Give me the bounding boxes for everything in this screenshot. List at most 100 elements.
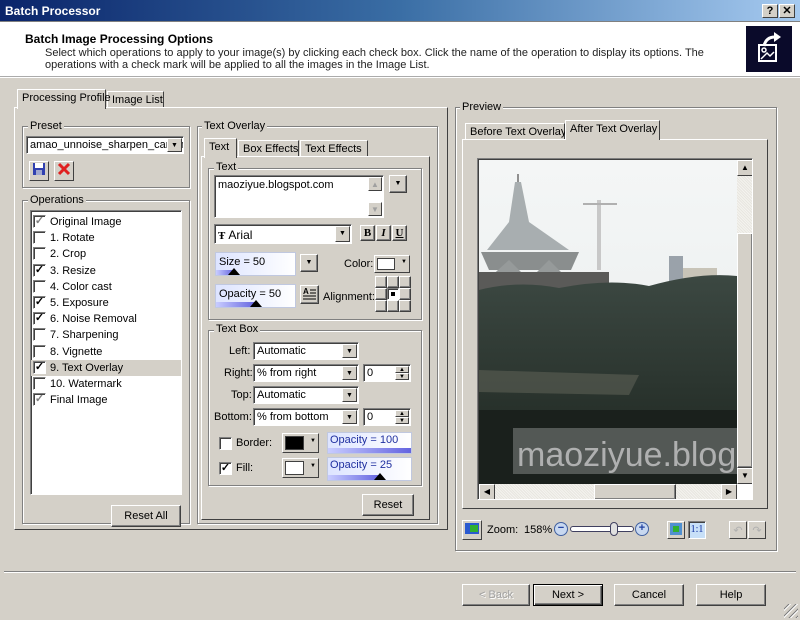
reset-text-overlay-button[interactable]: Reset: [362, 494, 414, 516]
operation-rotate[interactable]: 1. Rotate: [31, 230, 181, 246]
size-slider[interactable]: Size = 50: [215, 252, 296, 276]
zoom-slider-track[interactable]: [570, 526, 634, 532]
italic-button[interactable]: I: [376, 225, 391, 241]
operation-text-overlay[interactable]: ✓ 9. Text Overlay: [31, 359, 181, 376]
font-select[interactable]: Ŧ Arial ▼: [214, 224, 352, 244]
operation-checkbox[interactable]: ✓: [33, 295, 46, 309]
opacity-slider[interactable]: Opacity = 50: [215, 284, 296, 308]
border-color-picker[interactable]: ▼: [282, 433, 319, 453]
text-history-dropdown[interactable]: ▼: [389, 175, 407, 193]
reset-all-button[interactable]: Reset All: [111, 505, 181, 527]
preview-vertical-scrollbar[interactable]: ▲ ▼: [737, 160, 752, 484]
preset-select[interactable]: amao_unnoise_sharpen_canon ▼: [26, 136, 184, 154]
align-bottom-center[interactable]: [387, 300, 399, 312]
align-middle-left[interactable]: [375, 288, 387, 300]
fit-to-window-button[interactable]: [667, 521, 685, 539]
align-bottom-left[interactable]: [375, 300, 387, 312]
overlay-text-input[interactable]: maoziyue.blogspot.com ▲ ▼: [214, 175, 384, 218]
fill-checkbox[interactable]: ✓: [219, 462, 232, 475]
scroll-right-icon[interactable]: ▶: [721, 484, 737, 499]
zoom-out-icon[interactable]: −: [554, 522, 568, 536]
zoom-in-icon[interactable]: +: [635, 522, 649, 536]
chevron-down-icon[interactable]: ▼: [342, 366, 357, 380]
spin-up-icon[interactable]: ▲: [395, 366, 409, 373]
size-slider-thumb[interactable]: [227, 268, 240, 275]
close-title-button[interactable]: ✕: [779, 4, 795, 18]
scroll-up-icon[interactable]: ▲: [737, 160, 752, 176]
operation-final-image[interactable]: ✓ Final Image: [31, 392, 181, 408]
tab-after-text-overlay[interactable]: After Text Overlay: [565, 120, 660, 140]
operation-checkbox[interactable]: [33, 344, 46, 358]
rotate-right-button[interactable]: ↷: [748, 521, 766, 539]
operation-checkbox[interactable]: [33, 376, 46, 390]
spin-down-icon[interactable]: ▼: [395, 373, 409, 380]
cancel-button[interactable]: Cancel: [614, 584, 684, 606]
chevron-down-icon[interactable]: ▼: [342, 410, 357, 424]
scroll-down-icon[interactable]: ▼: [737, 468, 752, 484]
chevron-down-icon[interactable]: ▼: [342, 344, 357, 358]
align-top-center[interactable]: [387, 276, 399, 288]
text-format-button[interactable]: A: [300, 285, 319, 304]
align-top-left[interactable]: [375, 276, 387, 288]
operation-watermark[interactable]: 10. Watermark: [31, 376, 181, 392]
text-color-picker[interactable]: ▼: [374, 255, 410, 273]
size-dropdown[interactable]: ▼: [300, 254, 318, 272]
preview-window-button[interactable]: [462, 520, 482, 540]
operation-checkbox[interactable]: ✓: [33, 393, 46, 407]
tab-text[interactable]: Text: [204, 138, 237, 158]
bottom-position-select[interactable]: % from bottom ▼: [253, 408, 359, 426]
operation-color-cast[interactable]: 4. Color cast: [31, 279, 181, 295]
fill-opacity-thumb[interactable]: [373, 473, 386, 480]
top-position-select[interactable]: Automatic ▼: [253, 386, 359, 404]
operation-noise-removal[interactable]: ✓ 6. Noise Removal: [31, 311, 181, 327]
operation-exposure[interactable]: ✓ 5. Exposure: [31, 295, 181, 311]
spin-down-icon[interactable]: ▼: [395, 417, 409, 424]
bold-button[interactable]: B: [360, 225, 375, 241]
operation-checkbox[interactable]: [33, 231, 46, 245]
back-button[interactable]: < Back: [462, 584, 530, 606]
operation-original-image[interactable]: ✓ Original Image: [31, 214, 181, 230]
align-center[interactable]: [387, 288, 399, 300]
border-opacity-slider[interactable]: Opacity = 100: [327, 432, 412, 454]
align-middle-right[interactable]: [399, 288, 411, 300]
chevron-down-icon[interactable]: ▼: [342, 388, 357, 402]
operation-crop[interactable]: 2. Crop: [31, 246, 181, 262]
help-title-button[interactable]: ?: [762, 4, 778, 18]
opacity-slider-thumb[interactable]: [249, 300, 262, 307]
border-checkbox[interactable]: [219, 437, 232, 450]
underline-button[interactable]: U: [392, 225, 407, 241]
operation-checkbox[interactable]: ✓: [33, 215, 46, 228]
operation-checkbox[interactable]: [33, 279, 46, 293]
scroll-up-icon[interactable]: ▲: [368, 177, 382, 191]
rotate-left-button[interactable]: ↶: [729, 521, 747, 539]
align-top-right[interactable]: [399, 276, 411, 288]
zoom-slider-thumb[interactable]: [610, 522, 619, 536]
fill-color-picker[interactable]: ▼: [282, 458, 319, 478]
operation-resize[interactable]: ✓ 3. Resize: [31, 263, 181, 279]
preview-viewport[interactable]: maoziyue.blog ▲ ▼ ◀ ▶: [477, 158, 753, 500]
spin-up-icon[interactable]: ▲: [395, 410, 409, 417]
next-button[interactable]: Next >: [533, 584, 603, 606]
align-bottom-right[interactable]: [399, 300, 411, 312]
operation-checkbox[interactable]: ✓: [33, 312, 46, 326]
bottom-value-spinner[interactable]: 0 ▲ ▼: [363, 408, 411, 426]
tab-processing-profile[interactable]: Processing Profile: [17, 89, 111, 109]
operation-checkbox[interactable]: ✓: [33, 263, 46, 277]
scroll-left-icon[interactable]: ◀: [479, 484, 495, 499]
operation-vignette[interactable]: 8. Vignette: [31, 344, 181, 360]
right-value-spinner[interactable]: 0 ▲ ▼: [363, 364, 411, 382]
horizontal-scroll-thumb[interactable]: [594, 484, 676, 499]
chevron-down-icon[interactable]: ▼: [335, 226, 350, 242]
operation-checkbox[interactable]: [33, 247, 46, 261]
actual-size-button[interactable]: 1:1: [688, 521, 706, 539]
fill-opacity-slider[interactable]: Opacity = 25: [327, 457, 412, 481]
left-position-select[interactable]: Automatic ▼: [253, 342, 359, 360]
delete-preset-button[interactable]: [54, 161, 74, 181]
chevron-down-icon[interactable]: ▼: [167, 138, 182, 152]
resize-grip-icon[interactable]: [784, 604, 798, 618]
save-preset-button[interactable]: [29, 161, 49, 181]
help-button[interactable]: Help: [696, 584, 766, 606]
operation-checkbox[interactable]: [33, 328, 46, 342]
operation-sharpening[interactable]: 7. Sharpening: [31, 327, 181, 343]
operation-checkbox[interactable]: ✓: [33, 360, 46, 374]
